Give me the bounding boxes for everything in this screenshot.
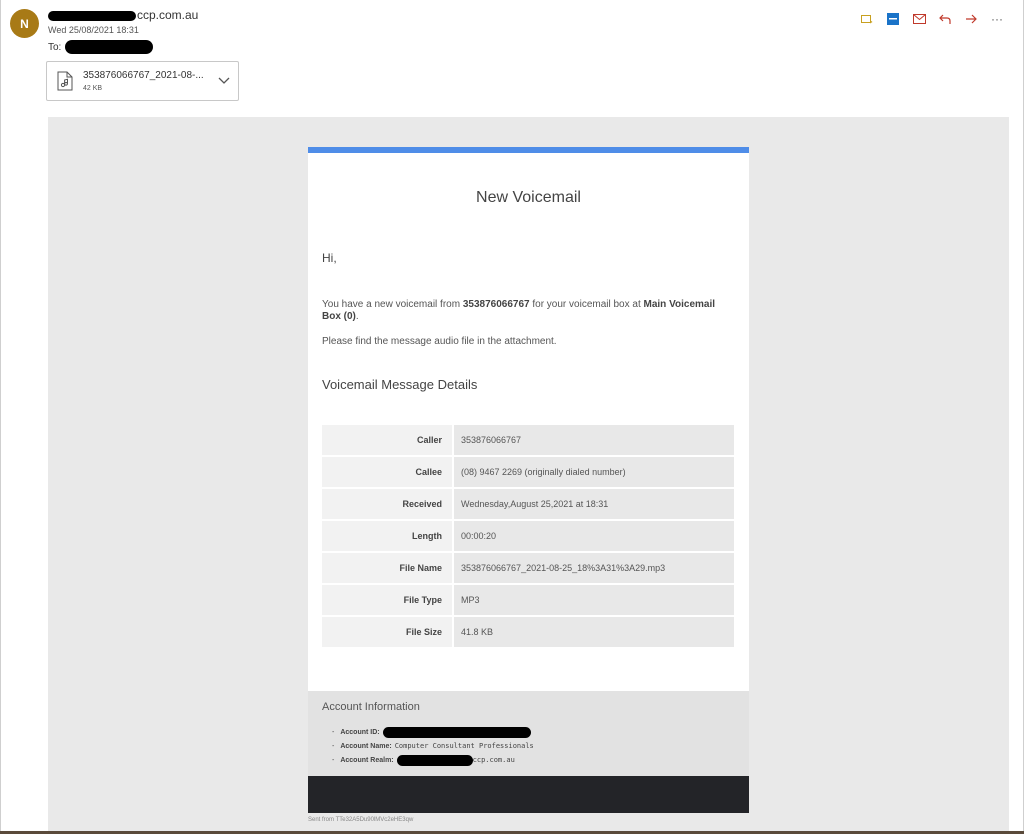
table-row: Received Wednesday,August 25,2021 at 18:3… <box>322 489 734 519</box>
detail-value: 353876066767 <box>452 425 734 455</box>
message-date: Wed 25/08/2021 18:31 <box>48 25 139 35</box>
table-row: Length 00:00:20 <box>322 521 734 551</box>
voicemail-notice: You have a new voicemail from 3538760667… <box>322 299 722 323</box>
redaction-mark <box>65 40 154 54</box>
sender-domain: ccp.com.au <box>137 8 199 22</box>
account-name-label: Account Name: <box>340 742 392 750</box>
account-id-label: Account ID: <box>340 728 380 736</box>
app-button[interactable] <box>880 10 906 28</box>
details-heading: Voicemail Message Details <box>322 377 478 392</box>
mail-icon <box>912 14 926 24</box>
bullet-dash: - <box>332 756 335 764</box>
mark-unread-button[interactable] <box>906 10 932 28</box>
table-row: Callee (08) 9467 2269 (originally dialed … <box>322 457 734 487</box>
attachment-size: 42 KB <box>83 85 103 92</box>
forward-button[interactable] <box>958 10 984 28</box>
sent-from-note: Sent from TTe32A5Du90lMVc2eHE3qw <box>308 817 414 823</box>
detail-value: 41.8 KB <box>452 617 734 647</box>
account-info-section: Account Information - Account ID: - Accoun… <box>308 691 749 776</box>
detail-value: MP3 <box>452 585 734 615</box>
notice-text: for your voicemail box at <box>529 299 644 310</box>
recipient-line: To: <box>48 40 154 54</box>
account-realm-value: ccp.com.au <box>472 756 515 764</box>
notice-text: You have a new voicemail from <box>322 299 463 310</box>
sender-avatar[interactable]: N <box>10 9 39 38</box>
notice-text: . <box>355 311 359 322</box>
forward-icon <box>965 14 977 24</box>
table-row: File Type MP3 <box>322 585 734 615</box>
reply-button[interactable] <box>932 10 958 28</box>
detail-value: (08) 9467 2269 (originally dialed number… <box>452 457 734 487</box>
app-icon <box>887 13 899 25</box>
redaction-mark <box>396 754 473 766</box>
attachment-notice: Please find the message audio file in th… <box>322 336 557 347</box>
voicemail-card: New Voicemail Hi, You have a new voicema… <box>308 147 749 691</box>
account-info-list: - Account ID: - Account Name: Computer Cons… <box>332 725 534 767</box>
attachment-menu-button[interactable] <box>210 61 238 101</box>
reply-icon <box>939 14 951 24</box>
detail-label: Length <box>322 521 452 551</box>
email-title: New Voicemail <box>476 189 581 206</box>
more-icon: ··· <box>991 12 1003 26</box>
detail-value: Wednesday,August 25,2021 at 18:31 <box>452 489 734 519</box>
avatar-initial: N <box>20 16 29 31</box>
details-table: Caller 353876066767 Callee (08) 9467 2269 … <box>322 423 734 649</box>
account-name-value: Computer Consultant Professionals <box>394 742 534 750</box>
detail-value: 00:00:20 <box>452 521 734 551</box>
to-label: To: <box>48 41 62 53</box>
more-actions-button[interactable]: ··· <box>984 10 1010 28</box>
detail-label: Received <box>322 489 452 519</box>
email-footer <box>308 776 749 813</box>
account-info-heading: Account Information <box>322 701 420 713</box>
sender-address[interactable]: ccp.com.au <box>48 8 198 22</box>
notice-caller: 353876066767 <box>462 299 530 310</box>
table-row: File Name 353876066767_2021-08-25_18%3A31… <box>322 553 734 583</box>
detail-label: File Type <box>322 585 452 615</box>
list-item: - Account Realm: ccp.com.au <box>332 753 534 767</box>
detail-label: Caller <box>322 425 452 455</box>
message-toolbar: ··· <box>854 10 1010 28</box>
table-row: File Size 41.8 KB <box>322 617 734 647</box>
account-realm-label: Account Realm: <box>340 756 394 764</box>
detail-label: File Size <box>322 617 452 647</box>
detail-label: Callee <box>322 457 452 487</box>
bullet-dash: - <box>332 742 335 750</box>
flag-button[interactable] <box>854 10 880 28</box>
attachment-card[interactable]: 353876066767_2021-08-... 42 KB <box>46 61 239 101</box>
detail-label: File Name <box>322 553 452 583</box>
chevron-down-icon <box>218 77 230 84</box>
attachment-name: 353876066767_2021-08-... <box>83 70 204 81</box>
table-row: Caller 353876066767 <box>322 425 734 455</box>
window-frame-left <box>0 0 1 834</box>
list-item: - Account Name: Computer Consultant Profes… <box>332 739 534 753</box>
list-item: - Account ID: <box>332 725 534 739</box>
bullet-dash: - <box>332 728 335 736</box>
greeting: Hi, <box>322 251 337 265</box>
audio-file-icon <box>47 61 83 101</box>
redaction-mark <box>382 726 531 738</box>
redaction-mark <box>48 10 136 21</box>
detail-value: 353876066767_2021-08-25_18%3A31%3A29.mp3 <box>452 553 734 583</box>
flag-icon <box>861 15 873 24</box>
